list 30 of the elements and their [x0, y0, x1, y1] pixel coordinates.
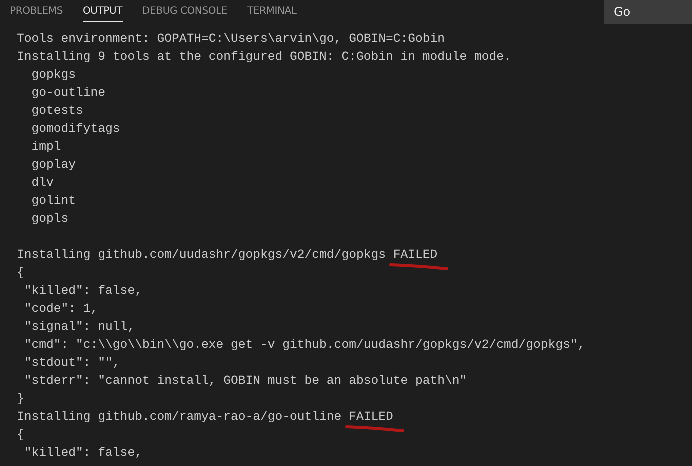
output-line: go-outline	[30, 85, 106, 102]
output-line: impl	[30, 139, 62, 156]
output-channel-select[interactable]: Go	[604, 0, 692, 24]
output-line: {	[17, 265, 24, 282]
output-line: {	[17, 427, 24, 444]
output-line: "killed": false,	[23, 283, 142, 300]
output-line: gotests	[30, 103, 84, 120]
output-line: gopkgs	[30, 67, 76, 84]
panel-tab[interactable]: DEBUG CONSOLE	[142, 0, 228, 22]
output-line: Installing github.com/uudashr/gopkgs/v2/cmd/gopkgs	[17, 247, 386, 264]
output-line: Installing github.com/ramya-rao-a/go-outline	[17, 409, 342, 426]
output-line: golint	[30, 193, 76, 210]
failed-status: FAILED	[393, 246, 438, 264]
output-line: "stderr": "cannot install, GOBIN must be an absolute path\n"	[23, 373, 468, 390]
output-line: gopls	[30, 211, 69, 228]
panel-tab[interactable]: PROBLEMS	[10, 0, 63, 22]
output-line: "code": 1,	[23, 301, 98, 318]
output-line: "cmd": "c:\\go\\bin\\go.exe get -v github.com/uudashr/gopkgs/v2/cmd/gopkgs",	[23, 337, 586, 354]
panel-tab[interactable]: OUTPUT	[82, 0, 123, 22]
output-line: }	[17, 391, 24, 408]
output-line: "stdout": "",	[23, 355, 120, 372]
output-line: Installing 9 tools at the configured GOBIN: C:Gobin in module mode.	[17, 49, 512, 66]
panel-tab[interactable]: TERMINAL	[248, 0, 297, 22]
output-line: dlv	[30, 175, 54, 192]
output-line: "killed": false,	[23, 445, 142, 462]
output-line: "signal": null,	[23, 319, 136, 336]
output-line: gomodifytags	[30, 121, 120, 138]
failed-status: FAILED	[349, 408, 394, 426]
output-line: goplay	[30, 157, 76, 174]
output-line: Tools environment: GOPATH=C:\Users\arvin\go, GOBIN=C:Gobin	[17, 31, 446, 48]
